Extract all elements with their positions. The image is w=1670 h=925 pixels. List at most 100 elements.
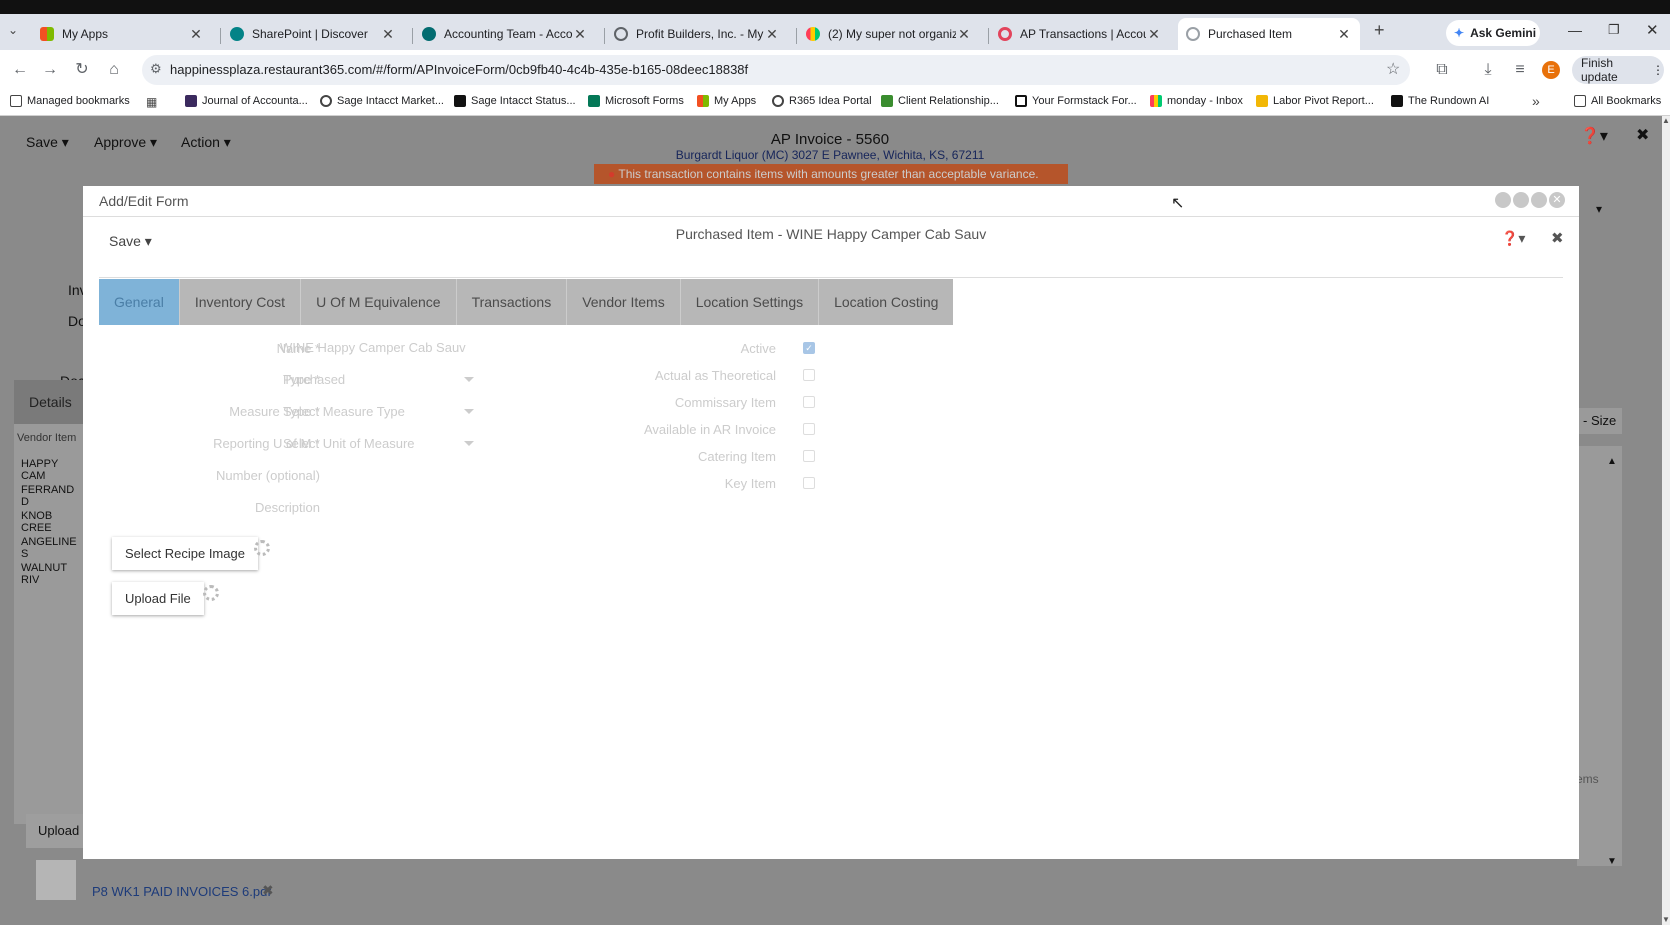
home-icon[interactable]: ⌂ [104,60,124,80]
remove-attachment-icon[interactable]: ✖ [262,882,274,899]
actual-as-theoretical-checkbox[interactable] [803,369,815,381]
apps-grid-icon[interactable]: ▦ [146,95,157,109]
close-tab-icon[interactable]: ✕ [188,26,204,43]
reporting-uom-select[interactable]: Select Unit of Measure [283,436,415,451]
commissary-item-checkbox[interactable] [803,396,815,408]
upload-button-bg[interactable]: Upload [26,814,86,848]
bookmark-star-icon[interactable]: ☆ [1386,59,1400,79]
approve-menu[interactable]: Approve ▾ [94,134,157,151]
extensions-icon[interactable]: ⧉ [1432,60,1452,80]
catering-item-checkbox[interactable] [803,450,815,462]
bookmark-item[interactable]: Sage Intacct Status... [454,95,576,107]
scroll-down-icon[interactable]: ▼ [1662,915,1670,924]
tab-general[interactable]: General [99,279,180,325]
table-row[interactable]: WALNUT RIV [21,562,84,586]
scroll-up-icon[interactable]: ▲ [1607,456,1617,467]
select-recipe-image-button[interactable]: Select Recipe Image [112,537,258,570]
browser-toolbar: ← → ↻ ⌂ ⚙ happinessplaza.restaurant365.c… [0,50,1670,90]
close-form-icon[interactable]: ✖ [1551,229,1564,247]
bookmark-item[interactable]: My Apps [697,95,756,107]
bookmark-item[interactable]: Microsoft Forms [588,95,684,107]
bookmark-item[interactable]: Your Formstack For... [1015,95,1137,107]
window-minimize-icon[interactable] [1513,192,1529,208]
type-select[interactable]: Purchased [283,372,345,387]
size-column[interactable]: - Size [1577,408,1622,434]
chevron-down-icon[interactable] [464,441,474,446]
ask-gemini-button[interactable]: ✦ Ask Gemini [1446,20,1540,46]
tab-vendor-items[interactable]: Vendor Items [567,279,681,325]
back-icon[interactable]: ← [10,60,30,80]
tab-separator [988,28,989,44]
available-ar-invoice-checkbox[interactable] [803,423,815,435]
close-tab-icon[interactable]: ✕ [1336,26,1352,43]
media-control-icon[interactable]: ≡ [1510,60,1530,80]
close-tab-icon[interactable]: ✕ [380,26,396,43]
tab-transactions[interactable]: Transactions [457,279,568,325]
site-info-icon[interactable]: ⚙ [150,61,162,77]
tab-my-apps[interactable]: My Apps ✕ [32,18,212,50]
bookmark-item[interactable]: Managed bookmarks [10,95,130,107]
restore-window-icon[interactable]: ❐ [1608,22,1620,38]
name-input[interactable]: WINE Happy Camper Cab Sauv [280,340,466,355]
tab-location-costing[interactable]: Location Costing [819,279,953,325]
table-row[interactable]: KNOB CREE [21,510,84,534]
tab-ap-transactions[interactable]: AP Transactions | Accounts✕ [990,18,1170,50]
forward-icon[interactable]: → [40,60,60,80]
tab-accounting-team[interactable]: Accounting Team - Account✕ [414,18,596,50]
save-menu[interactable]: Save ▾ [26,134,69,151]
tab-search-icon[interactable]: ⌄ [8,23,18,37]
table-row[interactable]: FERRAND D [21,484,84,508]
tab-inventory-cost[interactable]: Inventory Cost [180,279,302,325]
details-tab[interactable]: Details [14,380,84,424]
close-tab-icon[interactable]: ✕ [956,26,972,43]
chevron-down-icon[interactable] [464,409,474,414]
chevron-down-icon[interactable] [464,377,474,382]
bookmark-item[interactable]: Labor Pivot Report... [1256,95,1374,107]
new-tab-button[interactable]: + [1374,20,1385,41]
bookmark-item[interactable]: R365 Idea Portal [772,95,872,107]
window-close-icon[interactable]: ✕ [1549,192,1565,208]
tab-profit-builders[interactable]: Profit Builders, Inc. - My Tin✕ [606,18,788,50]
finish-update-button[interactable]: Finish update ⋮ [1572,56,1664,84]
measure-type-select[interactable]: Select Measure Type [283,404,405,419]
dropdown-caret-icon[interactable]: ▾ [1596,202,1602,216]
reload-icon[interactable]: ↻ [72,60,92,80]
bookmark-item[interactable]: monday - Inbox [1150,95,1243,107]
window-maximize-icon[interactable] [1531,192,1547,208]
upload-file-button[interactable]: Upload File [112,582,204,615]
close-tab-icon[interactable]: ✕ [764,26,780,43]
tab-sharepoint[interactable]: SharePoint | Discover ✕ [222,18,404,50]
tab-purchased-item[interactable]: Purchased Item ✕ [1178,18,1360,50]
table-row[interactable]: ANGELINE S [21,536,84,560]
address-bar[interactable]: ⚙ happinessplaza.restaurant365.com/#/for… [142,55,1410,85]
close-tab-icon[interactable]: ✕ [572,26,588,43]
help-icon[interactable]: ❓▾ [1580,126,1608,146]
scroll-down-icon[interactable]: ▼ [1607,856,1617,867]
close-window-icon[interactable]: ✕ [1646,21,1659,39]
close-form-icon[interactable]: ✖ [1636,125,1649,145]
tab-monday[interactable]: (2) My super not organized✕ [798,18,980,50]
help-icon[interactable]: ❓▾ [1501,230,1525,247]
key-item-checkbox[interactable] [803,477,815,489]
close-tab-icon[interactable]: ✕ [1146,26,1162,43]
action-menu[interactable]: Action ▾ [181,134,231,151]
bookmark-item[interactable]: The Rundown AI [1391,95,1489,107]
minimize-window-icon[interactable]: — [1568,22,1582,38]
active-checkbox[interactable]: ✓ [803,342,815,354]
scroll-up-icon[interactable]: ▲ [1662,116,1670,125]
url-text[interactable]: happinessplaza.restaurant365.com/#/form/… [170,62,748,77]
more-bookmarks-icon[interactable]: » [1532,93,1540,109]
page-scrollbar[interactable]: ▲ ▼ [1662,116,1670,925]
download-icon[interactable]: ⤓ [1478,60,1498,80]
window-back-icon[interactable] [1495,192,1511,208]
bookmark-item[interactable]: Journal of Accounta... [185,95,308,107]
bookmark-item[interactable]: Client Relationship... [881,95,999,107]
profile-avatar[interactable]: E [1542,61,1560,79]
table-row[interactable]: HAPPY CAM [21,458,84,482]
dialog-save-menu[interactable]: Save ▾ [109,233,152,250]
all-bookmarks[interactable]: All Bookmarks [1574,95,1661,107]
bookmark-item[interactable]: Sage Intacct Market... [320,95,444,107]
attachment-link[interactable]: P8 WK1 PAID INVOICES 6.pdf [92,884,271,899]
tab-location-settings[interactable]: Location Settings [681,279,820,325]
tab-uom-equivalence[interactable]: U Of M Equivalence [301,279,457,325]
